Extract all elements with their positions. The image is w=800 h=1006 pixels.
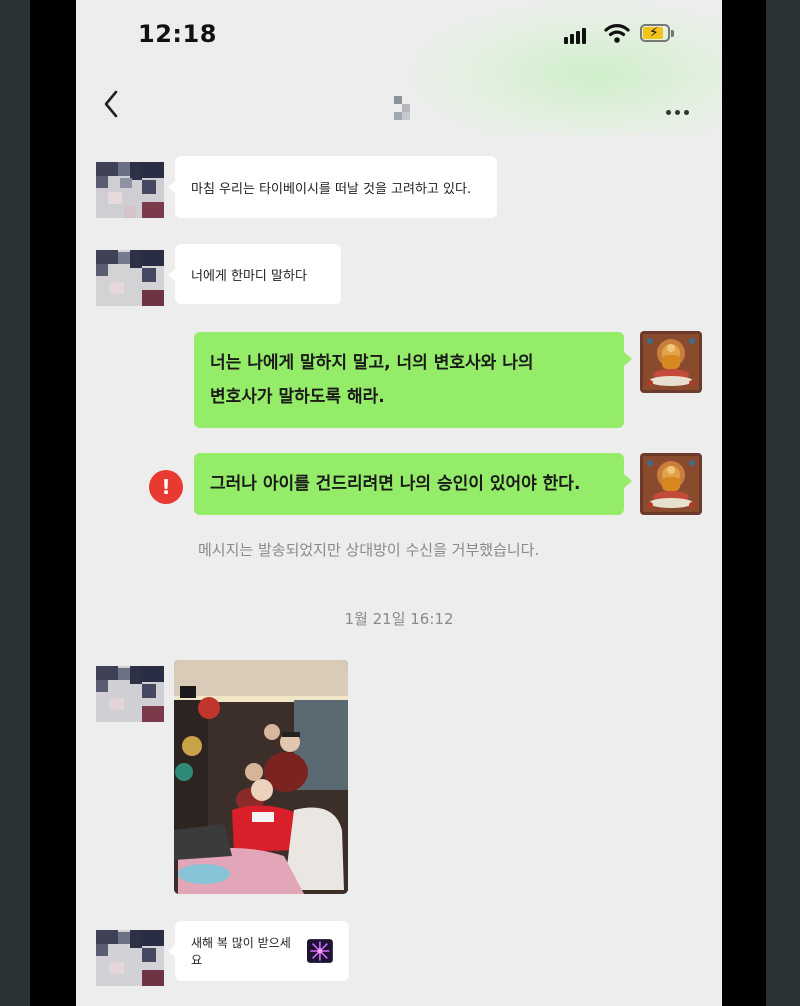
firework-emoji-icon (307, 939, 333, 963)
message-text-line-2: 변호사가 말하도록 해라. (210, 387, 385, 407)
message-text: 그러나 아이를 건드리려면 나의 승인이 있어야 한다. (210, 474, 581, 494)
more-dots-icon[interactable] (666, 100, 693, 119)
chat-title-blurred (394, 96, 416, 122)
battery-charging-icon: ⚡ (640, 24, 676, 44)
error-icon[interactable]: ! (149, 470, 183, 504)
sent-message[interactable]: 너는 나에게 말하지 말고, 너의 변호사와 나의 변호사가 말하도록 해라. (194, 332, 624, 428)
message-text: 너에게 한마디 말하다 (191, 268, 307, 284)
contact-avatar[interactable] (96, 930, 164, 986)
contact-avatar[interactable] (96, 666, 164, 722)
user-avatar-thangka[interactable] (640, 331, 702, 393)
left-backdrop (0, 0, 30, 1006)
contact-avatar[interactable] (96, 250, 164, 306)
message-text: 마침 우리는 타이베이시를 떠날 것을 고려하고 있다. (191, 181, 472, 197)
wifi-icon (604, 24, 630, 43)
timestamp: 1월 21일 16:12 (344, 610, 454, 628)
contact-avatar[interactable] (96, 162, 164, 218)
message-text: 새해 복 많이 받으세요 (191, 936, 291, 967)
sent-message-failed[interactable]: 그러나 아이를 건드리려면 나의 승인이 있어야 한다. (194, 453, 624, 515)
back-chevron-icon[interactable] (100, 88, 126, 120)
system-note: 메시지는 발송되었지만 상대방이 수신을 거부했습니다. (198, 541, 540, 559)
chat-screen: 12:18 ⚡ 마침 우리는 타이베이시를 떠날 것을 고려하고 있다. 너에게… (76, 0, 722, 1006)
message-text-line-1: 너는 나에게 말하지 말고, 너의 변호사와 나의 (210, 353, 534, 373)
received-message[interactable]: 새해 복 많이 받으세요 (175, 921, 349, 981)
user-avatar-thangka[interactable] (640, 453, 702, 515)
status-time: 12:18 (138, 20, 217, 48)
right-frame (722, 0, 766, 1006)
shared-photo[interactable] (174, 660, 348, 894)
left-frame (30, 0, 76, 1006)
received-message[interactable]: 너에게 한마디 말하다 (175, 244, 341, 304)
right-backdrop (766, 0, 800, 1006)
received-message[interactable]: 마침 우리는 타이베이시를 떠날 것을 고려하고 있다. (175, 156, 497, 218)
bubble-tail (624, 474, 632, 488)
signal-icon (564, 26, 594, 44)
bubble-tail (624, 352, 632, 366)
